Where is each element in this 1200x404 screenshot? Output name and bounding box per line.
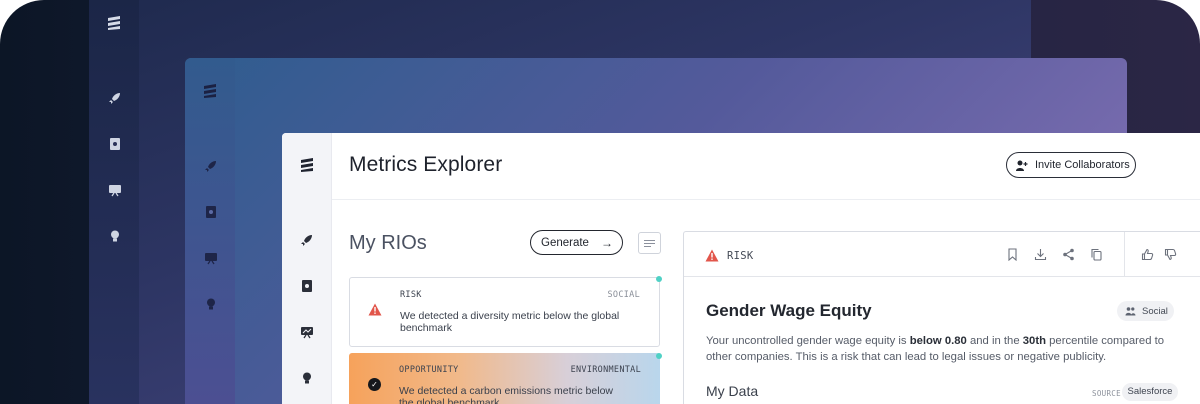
sidebar — [282, 133, 332, 404]
chart-board-icon[interactable] — [300, 325, 314, 339]
document-search-icon — [204, 205, 218, 219]
download-icon[interactable] — [1034, 248, 1047, 261]
description-text: and in the — [966, 335, 1023, 347]
tag-label: Social — [1142, 305, 1168, 317]
source-chip[interactable]: Salesforce — [1122, 383, 1178, 401]
category-tag: Social — [1117, 301, 1174, 321]
generate-button-label: Generate — [541, 236, 589, 249]
menu-line — [644, 243, 655, 244]
thumbs-up-icon[interactable] — [1141, 248, 1154, 261]
document-search-icon — [108, 137, 122, 151]
metric-description: Your uncontrolled gender wage equity is … — [706, 333, 1186, 365]
card-type: RISK — [400, 290, 422, 300]
rio-card-risk[interactable]: RISK SOCIAL We detected a diversity metr… — [349, 277, 660, 347]
rios-title: My RIOs — [349, 232, 427, 254]
people-icon — [1125, 307, 1136, 316]
warning-triangle-icon — [705, 249, 719, 262]
lightbulb-icon — [108, 229, 122, 243]
chart-board-icon — [108, 183, 122, 197]
generate-button[interactable]: Generate → — [530, 230, 623, 255]
description-highlight: below 0.80 — [909, 335, 967, 347]
detail-panel: RISK Gender Wage Equity Social Your unco… — [683, 231, 1200, 404]
invite-button-label: Invite Collaborators — [1035, 159, 1130, 171]
invite-collaborators-button[interactable]: Invite Collaborators — [1006, 152, 1136, 178]
description-highlight: 30th — [1022, 335, 1046, 347]
app-window: Metrics Explorer Invite Collaborators My… — [282, 133, 1200, 404]
menu-line — [644, 240, 655, 241]
rocket-icon — [204, 159, 218, 173]
rio-card-opportunity[interactable]: ✓ OPPORTUNITY ENVIRONMENTAL We detected … — [349, 353, 660, 404]
warning-triangle-icon — [368, 303, 382, 316]
card-message: We detected a diversity metric below the… — [400, 310, 620, 334]
rocket-icon — [108, 91, 122, 105]
logo-icon — [106, 15, 122, 31]
description-text: Your uncontrolled gender wage equity is — [706, 335, 910, 347]
logo-icon — [202, 83, 218, 99]
card-type: OPPORTUNITY — [399, 365, 459, 375]
my-data-heading: My Data — [706, 383, 759, 399]
bookmark-icon[interactable] — [1006, 248, 1019, 261]
menu-line — [644, 246, 651, 247]
source-label: SOURCE — [1092, 389, 1121, 398]
header: Metrics Explorer Invite Collaborators — [332, 133, 1200, 200]
card-category: SOCIAL — [607, 290, 640, 300]
arrow-right-icon: → — [601, 236, 613, 250]
share-icon[interactable] — [1062, 248, 1075, 261]
new-indicator-dot — [656, 353, 662, 359]
rocket-icon[interactable] — [300, 233, 314, 247]
detail-header: RISK — [684, 232, 1200, 277]
check-circle-icon: ✓ — [368, 378, 381, 391]
header-divider — [1124, 232, 1125, 277]
background-sidebar-back — [89, 0, 139, 404]
list-filter-button[interactable] — [638, 232, 661, 254]
card-category: ENVIRONMENTAL — [570, 365, 641, 375]
copy-icon[interactable] — [1090, 248, 1103, 261]
user-plus-icon — [1016, 160, 1028, 171]
card-message: We detected a carbon emissions metric be… — [399, 385, 613, 404]
background-sidebar-middle — [185, 58, 235, 404]
page-title: Metrics Explorer — [349, 153, 503, 176]
metric-title: Gender Wage Equity — [706, 301, 872, 320]
lightbulb-icon — [204, 297, 218, 311]
chart-board-icon — [204, 251, 218, 265]
thumbs-down-icon[interactable] — [1164, 248, 1177, 261]
background-canvas: Metrics Explorer Invite Collaborators My… — [0, 0, 1200, 404]
new-indicator-dot — [656, 276, 662, 282]
document-search-icon[interactable] — [300, 279, 314, 293]
logo-icon[interactable] — [299, 157, 315, 173]
lightbulb-icon[interactable] — [300, 371, 314, 385]
detail-label: RISK — [727, 250, 754, 262]
